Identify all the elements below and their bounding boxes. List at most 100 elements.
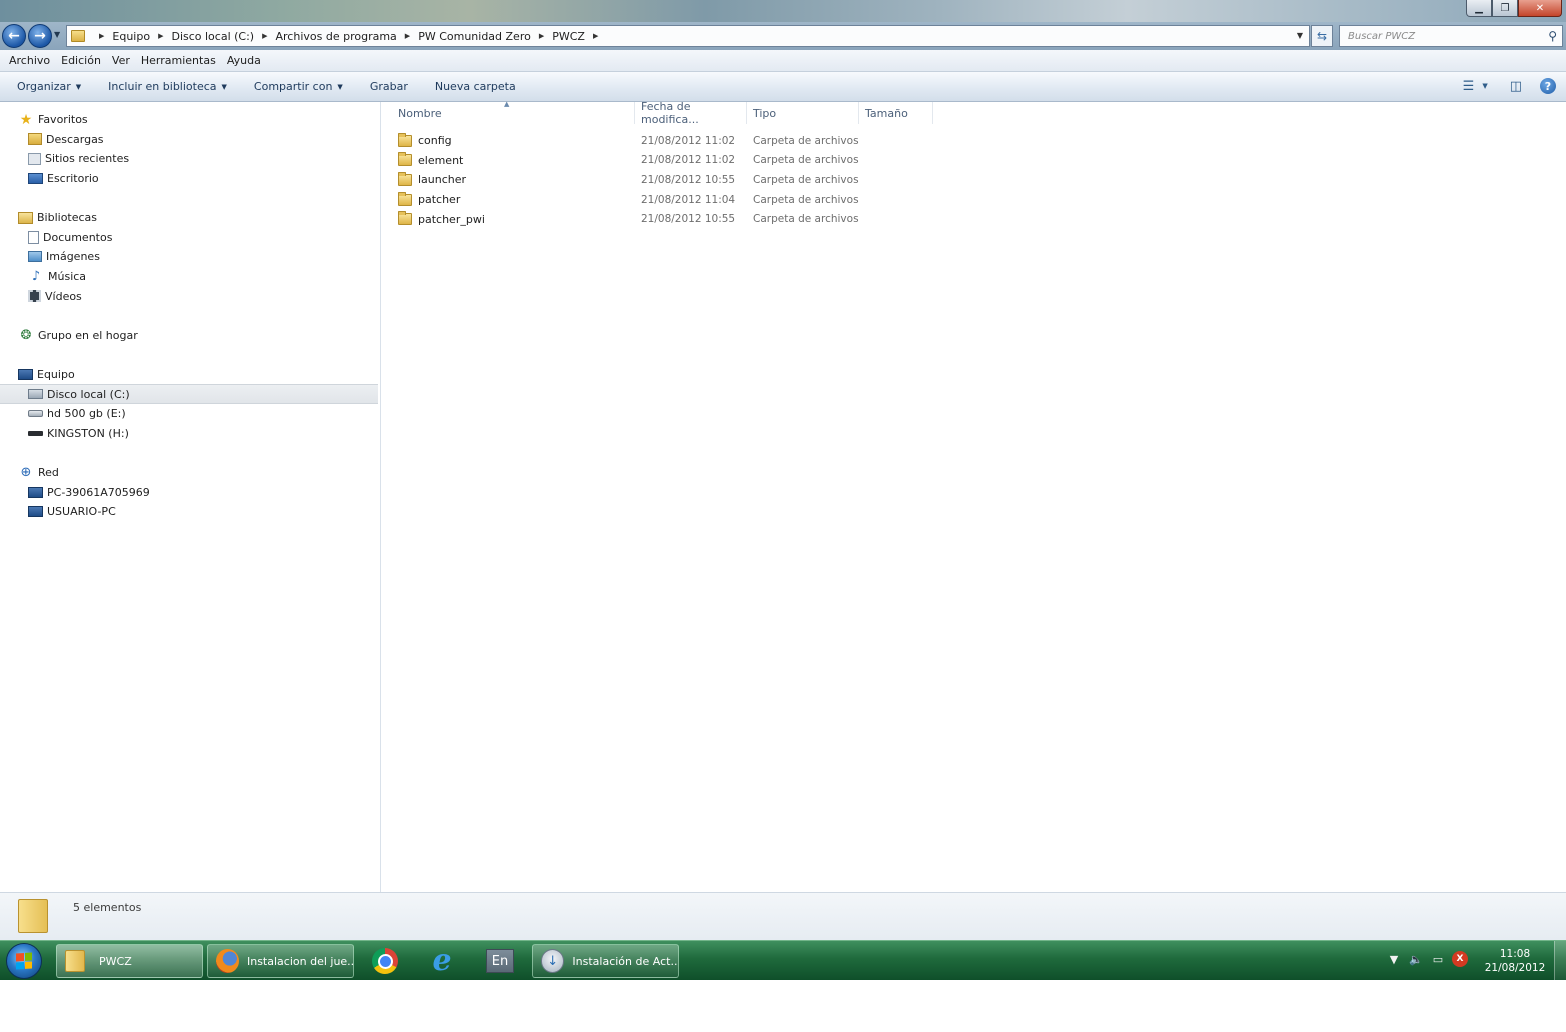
action-center-alert-icon[interactable]: X — [1452, 951, 1468, 967]
libraries-icon — [18, 211, 33, 224]
file-type: Carpeta de archivos — [753, 154, 859, 167]
file-type: Carpeta de archivos — [753, 213, 859, 226]
sidebar-item-kingston-h[interactable]: KINGSTON (H:) — [0, 424, 380, 444]
item-count: 5 elementos — [73, 901, 142, 914]
firefox-icon — [216, 949, 239, 973]
sidebar-item-documentos[interactable]: Documentos — [0, 228, 380, 248]
sidebar-item-imagenes[interactable]: Imágenes — [0, 247, 380, 267]
column-header-date[interactable]: Fecha de modifica... — [635, 100, 747, 126]
chevron-right-icon[interactable]: ▶ — [593, 32, 598, 40]
volume-icon[interactable]: 🔈 — [1408, 951, 1424, 967]
include-in-library-button[interactable]: Incluir en biblioteca ▼ — [101, 80, 234, 93]
search-box[interactable]: ⚲ — [1339, 25, 1563, 47]
menu-ayuda[interactable]: Ayuda — [222, 54, 266, 67]
start-button[interactable] — [6, 943, 42, 979]
taskbar-button-pwcz[interactable]: PWCZ — [56, 944, 203, 978]
large-folder-icon — [18, 899, 48, 933]
sidebar-item-pc-39061a705969[interactable]: PC-39061A705969 — [0, 482, 380, 502]
taskbar-pinned-internet-explorer[interactable]: e — [419, 944, 465, 978]
file-row[interactable]: element 21/08/2012 11:02 Carpeta de arch… — [382, 151, 859, 171]
network-status-icon[interactable]: ▼ — [1386, 951, 1402, 967]
new-folder-button[interactable]: Nueva carpeta — [428, 80, 523, 93]
organize-button[interactable]: Organizar ▼ — [10, 80, 88, 93]
navigation-pane: ★ Favoritos Descargas Sitios recientes E… — [0, 102, 381, 892]
sidebar-item-musica[interactable]: ♪ Música — [0, 267, 380, 287]
column-header-type[interactable]: Tipo — [747, 102, 859, 124]
chevron-right-icon[interactable]: ▶ — [99, 32, 104, 40]
sort-ascending-icon: ▲ — [504, 100, 510, 108]
menu-edicion[interactable]: Edición — [56, 54, 106, 67]
search-icon[interactable]: ⚲ — [1548, 29, 1557, 43]
search-input[interactable] — [1348, 30, 1538, 42]
breadcrumb-pwcz[interactable]: PWCZ — [552, 30, 585, 43]
sidebar-item-sitios-recientes[interactable]: Sitios recientes — [0, 149, 380, 169]
file-row[interactable]: config 21/08/2012 11:02 Carpeta de archi… — [382, 131, 859, 151]
sidebar-group-favoritos[interactable]: ★ Favoritos — [0, 110, 380, 130]
taskbar-language-bar[interactable]: En — [477, 944, 523, 978]
chevron-right-icon[interactable]: ▶ — [539, 32, 544, 40]
refresh-button[interactable]: ⇆ — [1311, 25, 1333, 47]
recent-pages-dropdown[interactable]: ▼ — [54, 30, 60, 39]
share-with-button[interactable]: Compartir con ▼ — [247, 80, 350, 93]
address-history-dropdown[interactable]: ▼ — [1297, 31, 1303, 40]
breadcrumb-disco-local[interactable]: Disco local (C:) — [171, 30, 254, 43]
sidebar-item-disco-local-c[interactable]: Disco local (C:) — [0, 384, 378, 404]
sidebar-group-grupo-hogar[interactable]: ❂ Grupo en el hogar — [0, 326, 380, 346]
file-row[interactable]: patcher_pwi 21/08/2012 10:55 Carpeta de … — [382, 209, 859, 229]
close-button[interactable]: ✕ — [1518, 0, 1562, 17]
chevron-right-icon[interactable]: ▶ — [158, 32, 163, 40]
column-header-label: Tipo — [753, 106, 777, 120]
display-icon[interactable]: ▭ — [1430, 951, 1446, 967]
maximize-button[interactable]: ❐ — [1492, 0, 1518, 17]
network-computer-icon — [28, 486, 43, 498]
burn-button[interactable]: Grabar — [363, 80, 415, 93]
back-button[interactable]: ← — [2, 24, 26, 48]
file-list-pane: Nombre ▲ Fecha de modifica... Tipo Tamañ… — [382, 100, 1566, 892]
breadcrumb-equipo[interactable]: Equipo — [112, 30, 150, 43]
sidebar-item-escritorio[interactable]: Escritorio — [0, 169, 380, 189]
help-button[interactable]: ? — [1540, 78, 1556, 94]
taskbar-button-firefox[interactable]: Instalacion del jue... — [207, 944, 354, 978]
pictures-icon — [28, 251, 42, 263]
sidebar-item-hd-500gb-e[interactable]: hd 500 gb (E:) — [0, 404, 380, 424]
folder-icon — [398, 211, 412, 226]
refresh-icon: ⇆ — [1316, 29, 1328, 43]
sidebar-group-red[interactable]: ⊕ Red — [0, 463, 380, 483]
language-icon: En — [486, 949, 514, 973]
change-view-button[interactable]: ☰ ▼ — [1463, 79, 1488, 94]
taskbar-button-installer[interactable]: ↓ Instalación de Act... — [532, 944, 679, 978]
breadcrumb-archivos-de-programa[interactable]: Archivos de programa — [276, 30, 397, 43]
column-header-name[interactable]: Nombre ▲ — [382, 100, 635, 124]
clock[interactable]: 11:08 21/08/2012 — [1482, 947, 1548, 975]
sidebar-item-videos[interactable]: Vídeos — [0, 286, 380, 306]
breadcrumb-pw-comunidad-zero[interactable]: PW Comunidad Zero — [418, 30, 531, 43]
chevron-right-icon[interactable]: ▶ — [262, 32, 267, 40]
view-controls: ☰ ▼ ◫ ? — [1449, 78, 1556, 94]
file-name-cell: patcher — [382, 191, 635, 206]
file-row[interactable]: launcher 21/08/2012 10:55 Carpeta de arc… — [382, 170, 859, 190]
menu-archivo[interactable]: Archivo — [4, 54, 55, 67]
file-row[interactable]: patcher 21/08/2012 11:04 Carpeta de arch… — [382, 190, 859, 210]
address-bar[interactable]: ▶ Equipo ▶ Disco local (C:) ▶ Archivos d… — [66, 25, 1310, 47]
sidebar-group-label: Bibliotecas — [37, 211, 98, 225]
file-name-cell: launcher — [382, 171, 635, 186]
sidebar-group-bibliotecas[interactable]: Bibliotecas — [0, 208, 380, 228]
forward-button[interactable]: → — [28, 24, 52, 48]
preview-pane-button[interactable]: ◫ — [1510, 79, 1522, 94]
folder-icon — [398, 152, 412, 167]
taskbar-button-label: Instalacion del jue... — [246, 954, 353, 968]
taskbar-pinned-chrome[interactable] — [362, 944, 408, 978]
column-header-label: Fecha de modifica... — [641, 100, 699, 126]
sidebar-item-descargas[interactable]: Descargas — [0, 130, 380, 150]
internet-explorer-icon: e — [432, 943, 452, 978]
sidebar-group-equipo[interactable]: Equipo — [0, 365, 380, 385]
chevron-right-icon[interactable]: ▶ — [405, 32, 410, 40]
show-desktop-button[interactable] — [1554, 941, 1566, 981]
column-header-size[interactable]: Tamaño — [859, 102, 933, 124]
sidebar-item-label: PC-39061A705969 — [47, 485, 150, 499]
sidebar-item-usuario-pc[interactable]: USUARIO-PC — [0, 502, 380, 522]
menu-herramientas[interactable]: Herramientas — [136, 54, 221, 67]
minimize-button[interactable]: ▁ — [1466, 0, 1492, 17]
menu-ver[interactable]: Ver — [107, 54, 135, 67]
